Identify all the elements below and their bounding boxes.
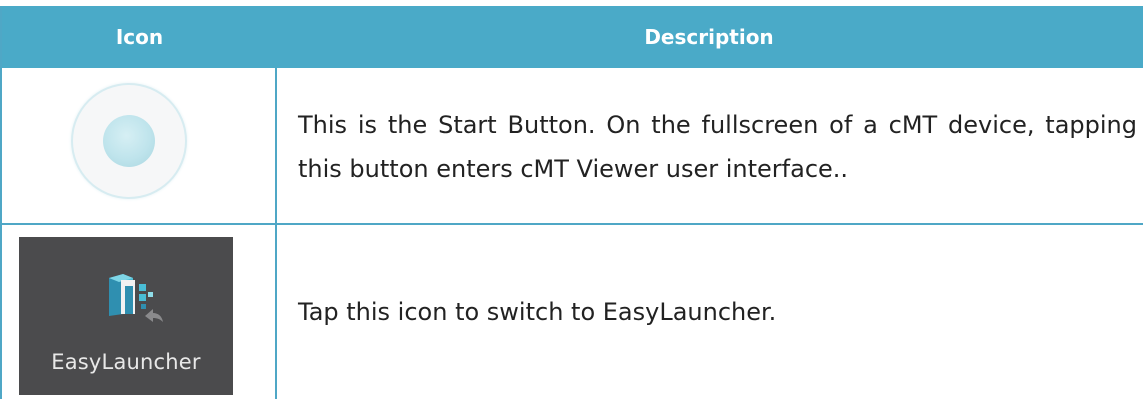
description-text: This is the Start Button. On the fullscr… (298, 110, 1137, 183)
start-button-icon[interactable] (73, 85, 185, 197)
table-row: This is the Start Button. On the fullscr… (2, 68, 1143, 225)
header-icon-column: Icon (115, 25, 164, 49)
start-button-core (103, 115, 155, 167)
easylauncher-icon[interactable]: EasyLauncher (19, 237, 233, 395)
table-header-row: Icon Description (2, 6, 1143, 68)
description-cell: This is the Start Button. On the fullscr… (277, 68, 1143, 223)
icon-description-table: Icon Description This is the Start Butto… (0, 6, 1143, 399)
description-text: Tap this icon to switch to EasyLauncher. (298, 298, 777, 326)
description-cell: Tap this icon to switch to EasyLauncher. (277, 225, 1143, 399)
easylauncher-label: EasyLauncher (51, 350, 201, 374)
icon-cell (2, 68, 277, 223)
header-description-column: Description (644, 25, 774, 49)
icon-cell: EasyLauncher (2, 225, 277, 399)
easylauncher-logo-icon (109, 274, 163, 322)
table-row: EasyLauncher Tap this icon to switch to … (2, 225, 1143, 399)
